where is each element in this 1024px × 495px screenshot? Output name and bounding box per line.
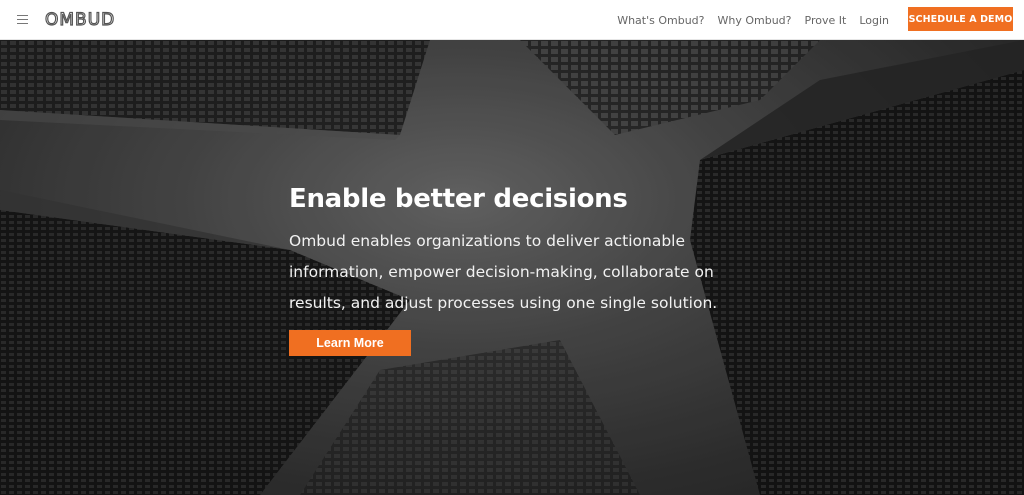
nav-item-prove-it[interactable]: Prove It [805,14,847,27]
logo[interactable]: OMBUD [44,9,115,30]
hero-description: Ombud enables organizations to deliver a… [289,232,718,312]
nav-item-login[interactable]: Login [859,14,889,27]
main-nav: What's Ombud? Why Ombud? Prove It Login [604,0,889,40]
nav-item-whats-ombud[interactable]: What's Ombud? [617,14,704,27]
nav-item-why-ombud[interactable]: Why Ombud? [718,14,792,27]
hero-content: Enable better decisions Ombud enables or… [289,182,759,319]
hamburger-icon[interactable] [17,15,28,24]
learn-more-button[interactable]: Learn More [289,330,411,356]
hero-title: Enable better decisions [289,184,628,214]
site-header: OMBUD What's Ombud? Why Ombud? Prove It … [0,0,1024,40]
schedule-demo-button[interactable]: SCHEDULE A DEMO [908,7,1013,31]
hero-section: Enable better decisions Ombud enables or… [0,40,1024,495]
